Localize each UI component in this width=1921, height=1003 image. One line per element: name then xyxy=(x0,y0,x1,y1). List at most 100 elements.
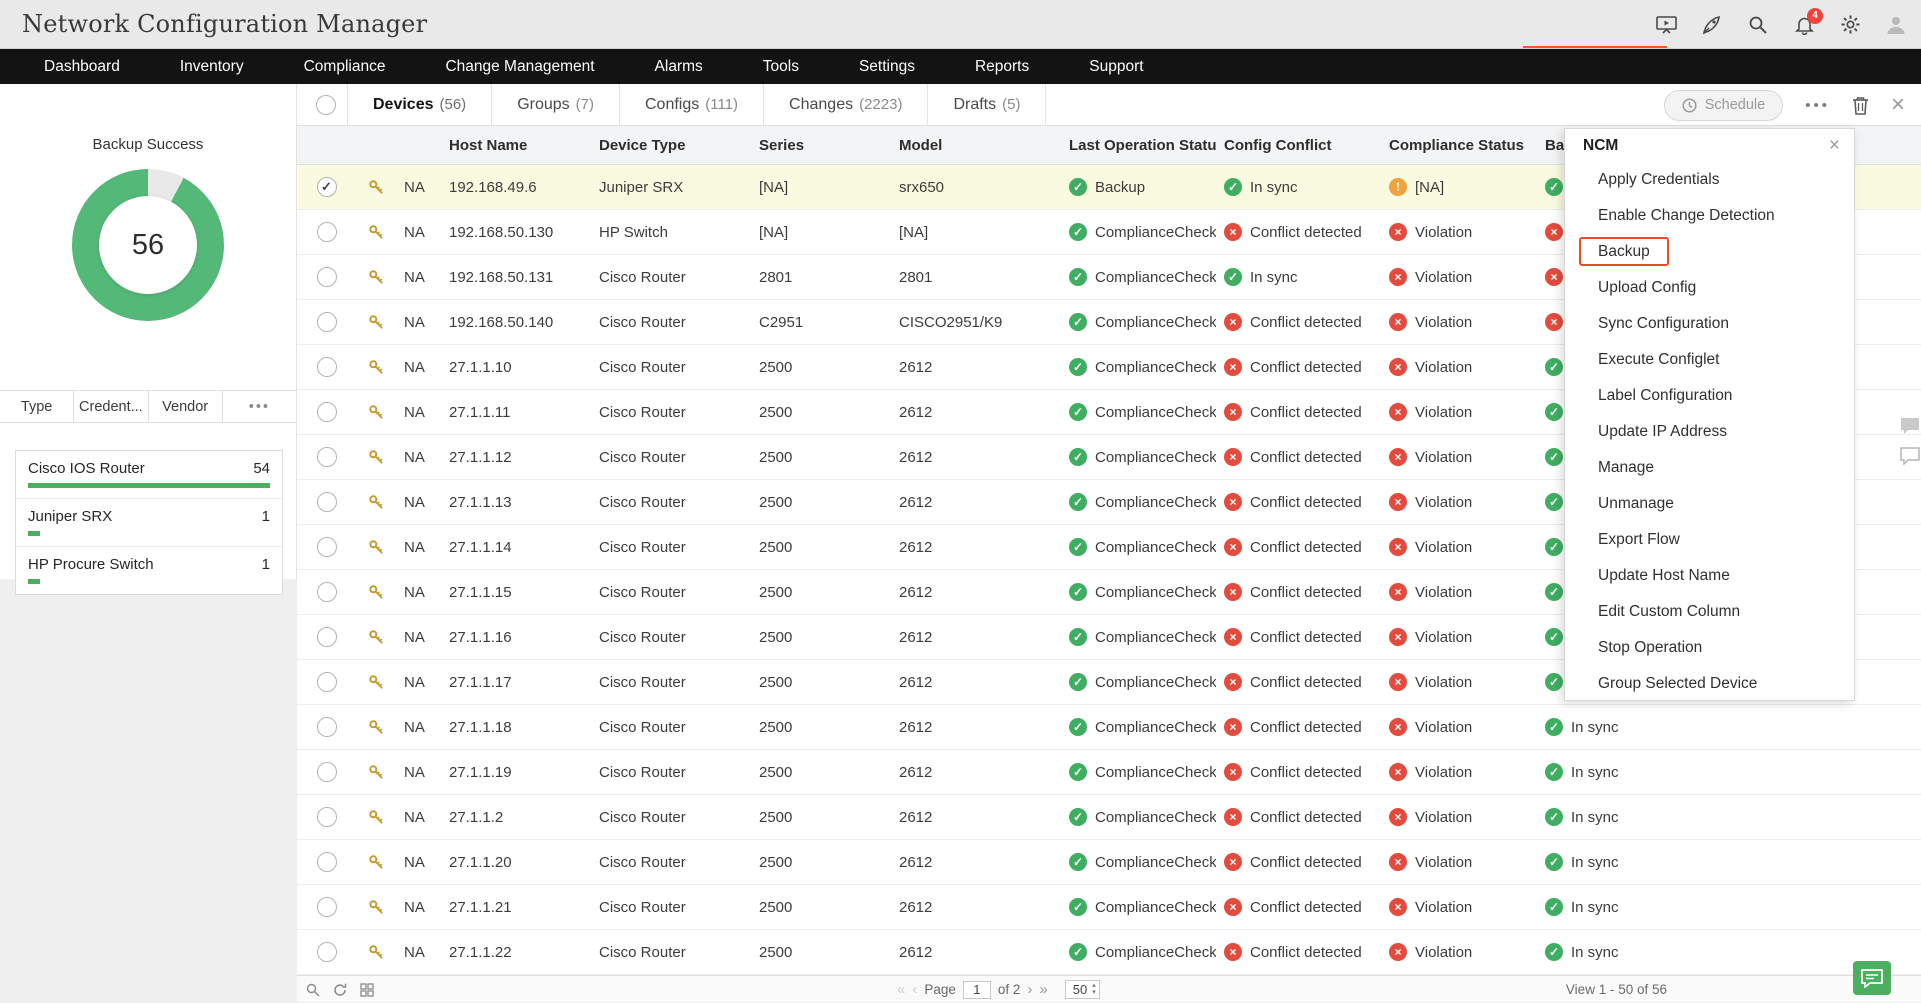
header-icon-group: 4 xyxy=(1655,0,1907,49)
row-checkbox[interactable] xyxy=(317,582,337,602)
row-checkbox[interactable] xyxy=(317,627,337,647)
sidebar-tab-type[interactable]: Type xyxy=(0,391,74,422)
nav-item-support[interactable]: Support xyxy=(1059,49,1173,84)
menu-item-enable-change-detection[interactable]: Enable Change Detection xyxy=(1565,198,1854,234)
column-header-compliance-status[interactable]: Compliance Status xyxy=(1381,137,1541,154)
menu-item-execute-configlet[interactable]: Execute Configlet xyxy=(1565,342,1854,378)
error-cross-icon: × xyxy=(1389,853,1407,871)
user-account-icon[interactable] xyxy=(1885,14,1907,36)
menu-item-edit-custom-column[interactable]: Edit Custom Column xyxy=(1565,594,1854,630)
tab-configs[interactable]: Configs(111) xyxy=(620,84,764,126)
tab-drafts[interactable]: Drafts(5) xyxy=(928,84,1046,126)
menu-item-upload-config[interactable]: Upload Config xyxy=(1565,270,1854,306)
footer-refresh-icon[interactable] xyxy=(333,983,347,997)
menu-item-unmanage[interactable]: Unmanage xyxy=(1565,486,1854,522)
device-type-item[interactable]: Juniper SRX1 xyxy=(16,499,282,547)
select-all-checkbox[interactable] xyxy=(316,95,336,115)
schedule-button[interactable]: Schedule xyxy=(1664,90,1783,121)
column-header-last-operation-status[interactable]: Last Operation Status xyxy=(1061,137,1216,154)
row-checkbox[interactable] xyxy=(317,357,337,377)
column-header-host-name[interactable]: Host Name xyxy=(441,137,591,154)
menu-item-update-host-name[interactable]: Update Host Name xyxy=(1565,558,1854,594)
column-header-device-type[interactable]: Device Type xyxy=(591,137,751,154)
sidebar-tab-vendor[interactable]: Vendor xyxy=(149,391,223,422)
row-checkbox[interactable] xyxy=(317,267,337,287)
device-type-item[interactable]: HP Procure Switch1 xyxy=(16,547,282,594)
more-actions-icon[interactable]: ••• xyxy=(1805,97,1830,114)
menu-item-update-ip-address[interactable]: Update IP Address xyxy=(1565,414,1854,450)
footer-grid-icon[interactable] xyxy=(360,983,374,997)
menu-item-stop-operation[interactable]: Stop Operation xyxy=(1565,630,1854,666)
row-checkbox[interactable] xyxy=(317,897,337,917)
prev-page-icon[interactable]: ‹ xyxy=(912,982,917,997)
menu-item-sync-configuration[interactable]: Sync Configuration xyxy=(1565,306,1854,342)
feedback-bubble-icon[interactable] xyxy=(1899,415,1920,436)
device-type-name: HP Procure Switch xyxy=(28,556,154,573)
menu-item-group-selected-device[interactable]: Group Selected Device xyxy=(1565,666,1854,702)
column-header-config-conflict[interactable]: Config Conflict xyxy=(1216,137,1381,154)
row-checkbox[interactable] xyxy=(317,492,337,512)
config-conflict-cell: ×Conflict detected xyxy=(1216,435,1381,479)
search-icon[interactable] xyxy=(1747,14,1769,36)
column-header-series[interactable]: Series xyxy=(751,137,891,154)
table-row[interactable]: NA27.1.1.18Cisco Router25002612✓Complian… xyxy=(297,705,1921,750)
menu-item-manage[interactable]: Manage xyxy=(1565,450,1854,486)
nav-item-tools[interactable]: Tools xyxy=(733,49,829,84)
row-checkbox[interactable] xyxy=(317,942,337,962)
table-row[interactable]: NA27.1.1.22Cisco Router25002612✓Complian… xyxy=(297,930,1921,975)
sidebar-tabs-more-icon[interactable]: ••• xyxy=(223,391,296,422)
table-row[interactable]: NA27.1.1.19Cisco Router25002612✓Complian… xyxy=(297,750,1921,795)
nav-item-inventory[interactable]: Inventory xyxy=(150,49,274,84)
row-checkbox[interactable] xyxy=(317,537,337,557)
notifications-bell-icon[interactable]: 4 xyxy=(1793,14,1815,36)
tab-changes[interactable]: Changes(2223) xyxy=(764,84,928,126)
table-row[interactable]: NA27.1.1.20Cisco Router25002612✓Complian… xyxy=(297,840,1921,885)
tab-groups[interactable]: Groups(7) xyxy=(492,84,620,126)
row-checkbox[interactable] xyxy=(317,447,337,467)
host-name-cell: 192.168.49.6 xyxy=(441,165,591,209)
backup-success-donut[interactable]: 56 xyxy=(72,169,224,321)
row-checkbox[interactable]: ✓ xyxy=(317,177,337,197)
nav-item-compliance[interactable]: Compliance xyxy=(274,49,416,84)
device-type-item[interactable]: Cisco IOS Router54 xyxy=(16,451,282,499)
menu-close-icon[interactable]: × xyxy=(1829,136,1840,155)
row-checkbox[interactable] xyxy=(317,312,337,332)
row-checkbox[interactable] xyxy=(317,222,337,242)
menu-item-label-configuration[interactable]: Label Configuration xyxy=(1565,378,1854,414)
error-cross-icon: × xyxy=(1224,493,1242,511)
launch-rocket-icon[interactable] xyxy=(1701,14,1723,36)
page-number-input[interactable] xyxy=(963,981,991,999)
menu-item-apply-credentials[interactable]: Apply Credentials xyxy=(1565,162,1854,198)
row-checkbox[interactable] xyxy=(317,762,337,782)
tab-devices[interactable]: Devices(56) xyxy=(347,84,492,126)
sidebar-tab-credent[interactable]: Credent... xyxy=(74,391,148,422)
nav-item-alarms[interactable]: Alarms xyxy=(625,49,733,84)
table-row[interactable]: NA27.1.1.21Cisco Router25002612✓Complian… xyxy=(297,885,1921,930)
nav-item-dashboard[interactable]: Dashboard xyxy=(14,49,150,84)
first-page-icon[interactable]: « xyxy=(897,982,905,997)
last-page-icon[interactable]: » xyxy=(1039,982,1047,997)
nav-item-reports[interactable]: Reports xyxy=(945,49,1059,84)
column-header-model[interactable]: Model xyxy=(891,137,1061,154)
success-check-icon: ✓ xyxy=(1069,853,1087,871)
menu-item-export-flow[interactable]: Export Flow xyxy=(1565,522,1854,558)
row-checkbox[interactable] xyxy=(317,852,337,872)
support-chat-button[interactable] xyxy=(1853,961,1891,995)
nav-item-settings[interactable]: Settings xyxy=(829,49,945,84)
settings-gear-icon[interactable] xyxy=(1839,14,1861,36)
footer-search-icon[interactable] xyxy=(306,983,320,997)
delete-trash-icon[interactable] xyxy=(1852,96,1869,115)
nav-item-change-management[interactable]: Change Management xyxy=(415,49,624,84)
chat-bubble-icon[interactable] xyxy=(1899,445,1920,466)
success-check-icon: ✓ xyxy=(1069,268,1087,286)
menu-item-backup[interactable]: Backup xyxy=(1565,234,1854,270)
close-panel-icon[interactable]: × xyxy=(1891,93,1905,117)
row-checkbox[interactable] xyxy=(317,807,337,827)
row-checkbox[interactable] xyxy=(317,672,337,692)
row-checkbox[interactable] xyxy=(317,717,337,737)
page-size-select[interactable]: 50 ▴▾ xyxy=(1065,980,1100,999)
presentation-icon[interactable] xyxy=(1655,14,1677,36)
table-row[interactable]: NA27.1.1.2Cisco Router25002612✓Complianc… xyxy=(297,795,1921,840)
row-checkbox[interactable] xyxy=(317,402,337,422)
next-page-icon[interactable]: › xyxy=(1027,982,1032,997)
